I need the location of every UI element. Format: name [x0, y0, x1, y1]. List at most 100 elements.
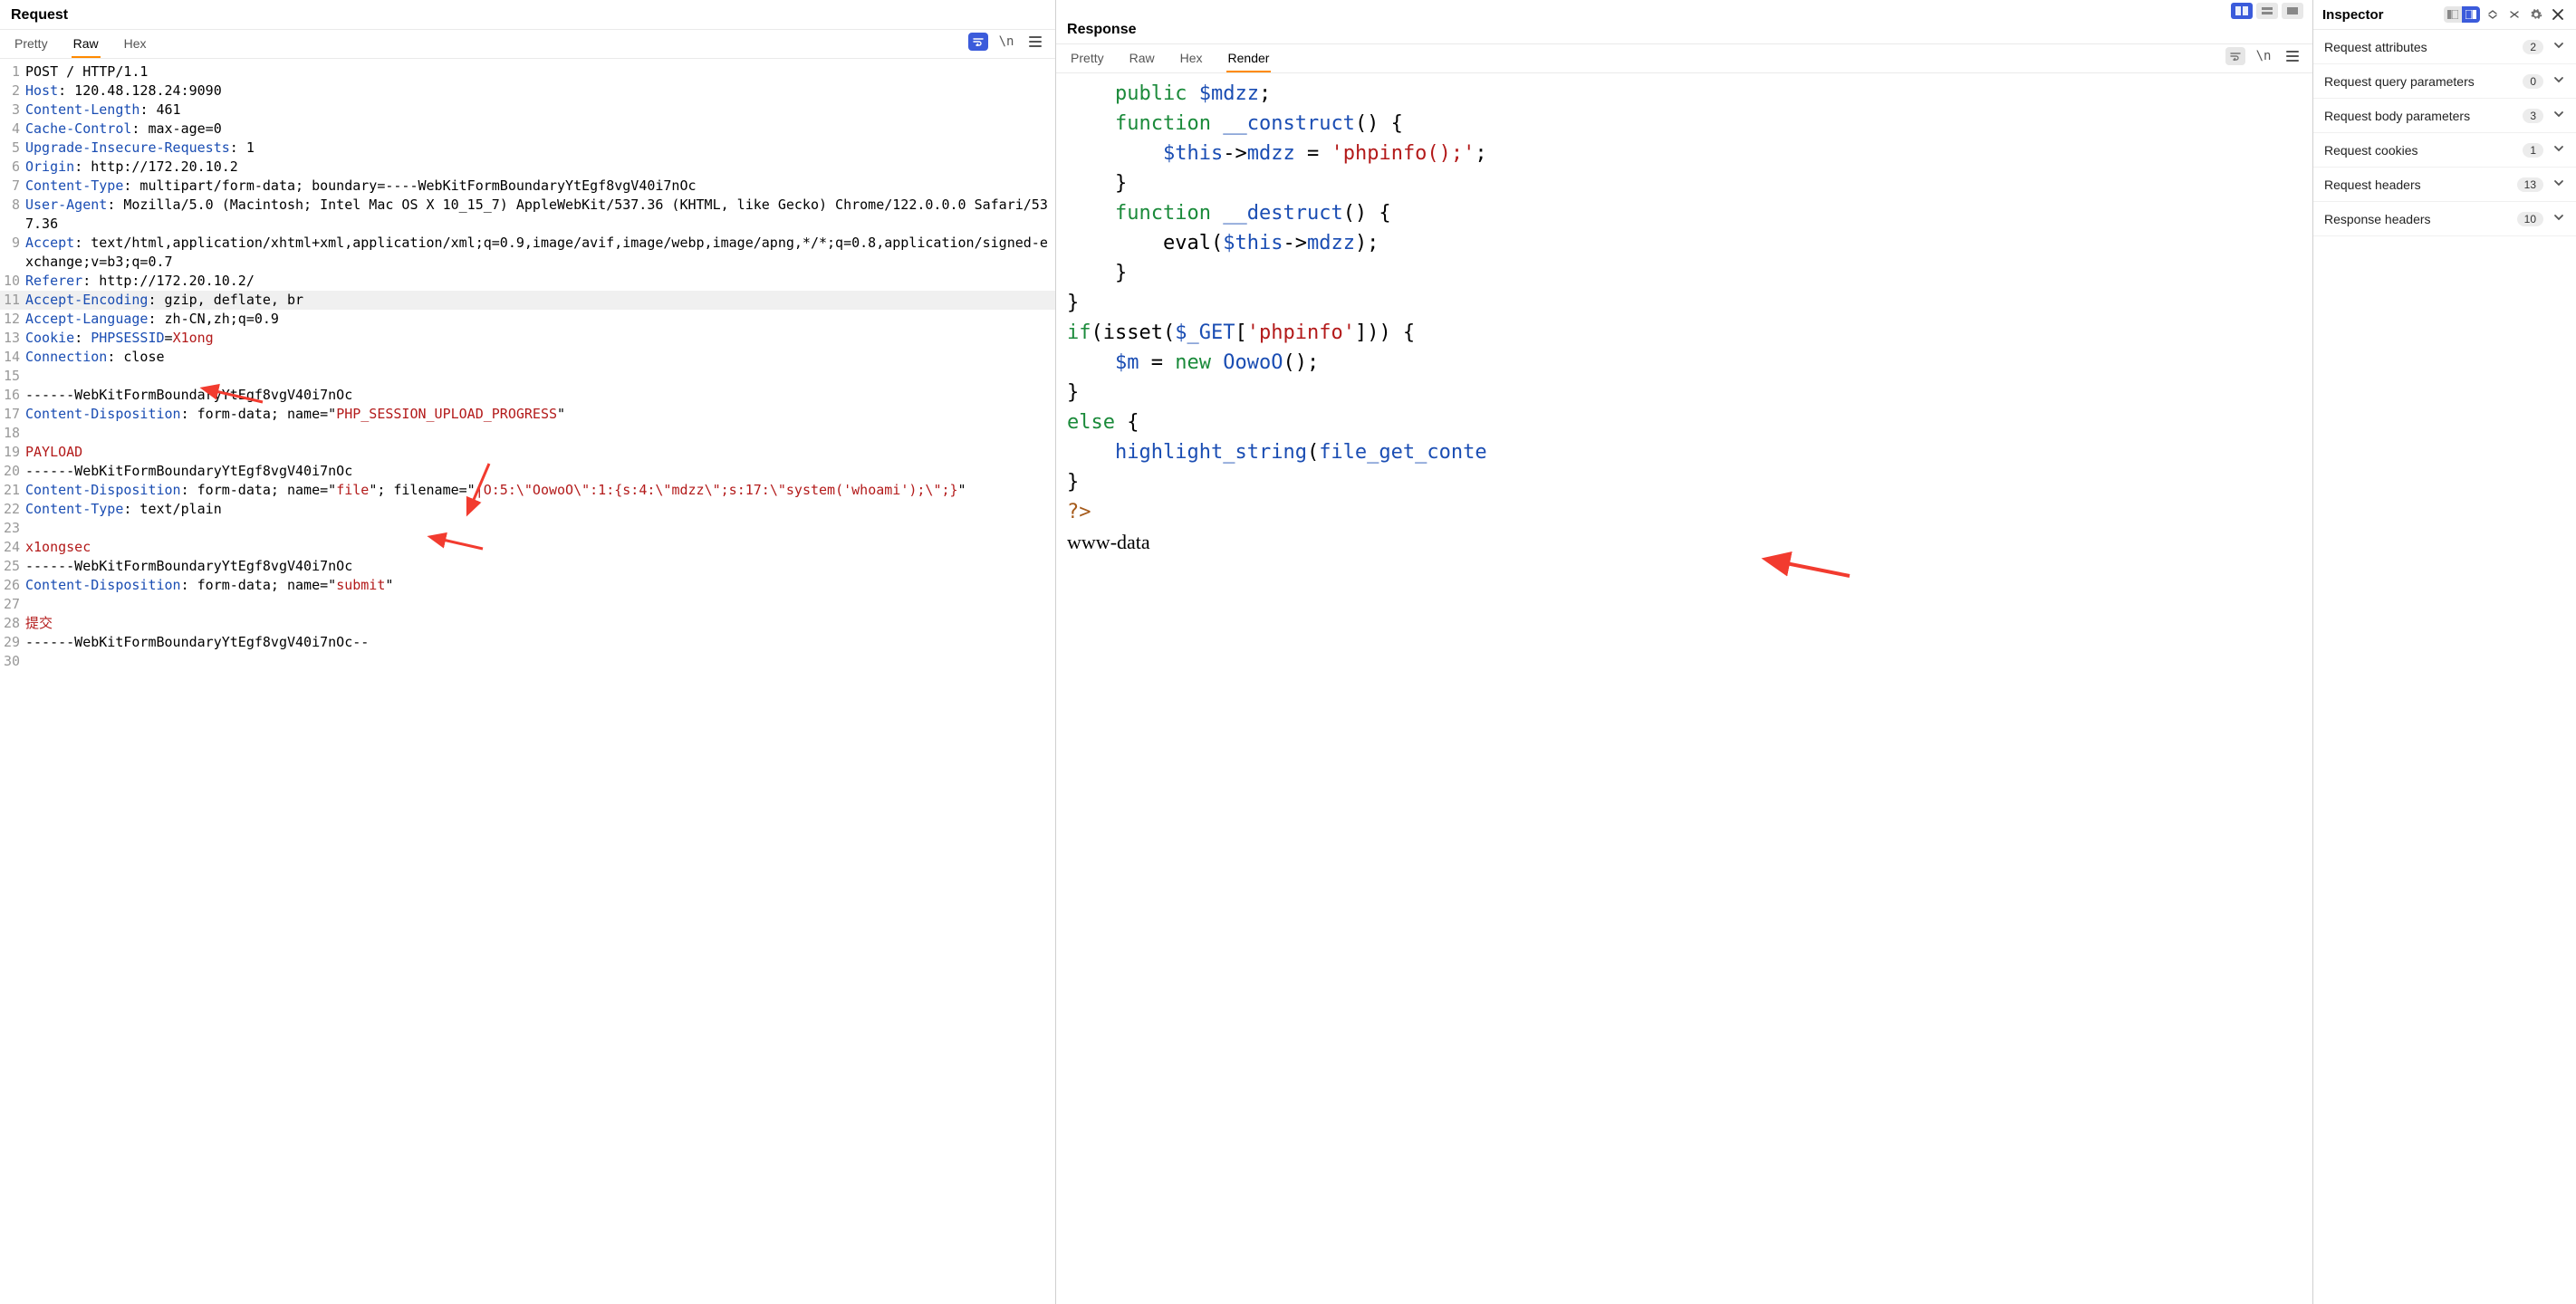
request-tab-hex[interactable]: Hex — [122, 31, 149, 58]
code-line: 11Accept-Encoding: gzip, deflate, br — [0, 291, 1055, 310]
code-line: 16------WebKitFormBoundaryYtEgf8vgV40i7n… — [0, 386, 1055, 405]
inspector-layout-toggle[interactable] — [2444, 6, 2480, 23]
inspector-row[interactable]: Request body parameters 3 — [2313, 99, 2576, 133]
chevron-down-icon — [2552, 73, 2565, 89]
response-tab-render[interactable]: Render — [1226, 45, 1272, 72]
layout-single-icon[interactable] — [2282, 3, 2303, 19]
count-badge: 0 — [2523, 74, 2543, 89]
render-code-line: $m = new OowoO(); — [1067, 348, 2303, 378]
inspector-row[interactable]: Request attributes 2 — [2313, 30, 2576, 64]
inspector-row-label: Request query parameters — [2324, 74, 2475, 89]
request-tabs: Pretty Raw Hex \n — [0, 30, 1055, 59]
code-line: 5Upgrade-Insecure-Requests: 1 — [0, 139, 1055, 158]
response-header: Response — [1056, 20, 2312, 44]
render-code-line: } — [1067, 378, 2303, 408]
annotation-arrow-3 — [439, 536, 485, 554]
code-line: 18 — [0, 424, 1055, 443]
inspector-tools — [2444, 5, 2567, 24]
response-menu-icon[interactable] — [2282, 46, 2303, 66]
code-line: 10Referer: http://172.20.10.2/ — [0, 272, 1055, 291]
chevron-down-icon — [2552, 39, 2565, 54]
render-code-line: function __destruct() { — [1067, 198, 2303, 228]
code-line: 17Content-Disposition: form-data; name="… — [0, 405, 1055, 424]
response-tab-raw[interactable]: Raw — [1128, 45, 1157, 72]
code-line: 4Cache-Control: max-age=0 — [0, 120, 1055, 139]
layout-stack-icon[interactable] — [2256, 3, 2278, 19]
code-line: 20------WebKitFormBoundaryYtEgf8vgV40i7n… — [0, 462, 1055, 481]
code-line: 2Host: 120.48.128.24:9090 — [0, 82, 1055, 101]
request-tab-pretty[interactable]: Pretty — [13, 31, 50, 58]
render-code-line: } — [1067, 168, 2303, 198]
count-badge: 2 — [2523, 40, 2543, 54]
code-line: 7Content-Type: multipart/form-data; boun… — [0, 177, 1055, 196]
render-code-line: function __construct() { — [1067, 109, 2303, 139]
toggle-wrap-icon[interactable] — [2225, 47, 2245, 65]
code-line: 14Connection: close — [0, 348, 1055, 367]
code-line: 30 — [0, 652, 1055, 671]
response-tab-hex[interactable]: Hex — [1178, 45, 1205, 72]
code-line: 15 — [0, 367, 1055, 386]
code-line: 8User-Agent: Mozilla/5.0 (Macintosh; Int… — [0, 196, 1055, 234]
request-header: Request — [0, 0, 1055, 30]
response-tab-tools: \n — [2225, 46, 2303, 66]
inspector-row-label: Request body parameters — [2324, 109, 2470, 123]
request-menu-icon[interactable] — [1024, 32, 1046, 52]
inspector-rows: Request attributes 2 Request query paramet… — [2313, 30, 2576, 236]
render-code-line: if(isset($_GET['phpinfo'])) { — [1067, 318, 2303, 348]
inspector-row[interactable]: Request cookies 1 — [2313, 133, 2576, 168]
inspector-layout-left-icon[interactable] — [2444, 6, 2462, 23]
code-line: 23 — [0, 519, 1055, 538]
expand-all-icon[interactable] — [2484, 5, 2502, 24]
request-code-area[interactable]: 1POST / HTTP/1.12Host: 120.48.128.24:909… — [0, 59, 1055, 1304]
inspector-row[interactable]: Response headers 10 — [2313, 202, 2576, 236]
render-code-line: } — [1067, 258, 2303, 288]
newline-toggle[interactable]: \n — [2253, 46, 2274, 66]
inspector-row[interactable]: Request query parameters 0 — [2313, 64, 2576, 99]
count-badge: 10 — [2517, 212, 2543, 226]
annotation-arrow-1 — [210, 388, 264, 406]
inspector-row-label: Request attributes — [2324, 40, 2427, 54]
annotation-arrow-4 — [1781, 558, 1853, 583]
request-title: Request — [11, 7, 68, 24]
inspector-row[interactable]: Request headers13 — [2313, 168, 2576, 202]
response-tabs: Pretty Raw Hex Render \n — [1056, 44, 2312, 73]
layout-split-icon[interactable] — [2231, 3, 2253, 19]
newline-toggle[interactable]: \n — [995, 32, 1017, 52]
app-root: Request Pretty Raw Hex \n 1POST / HTTP/1… — [0, 0, 2576, 1304]
response-tab-pretty[interactable]: Pretty — [1069, 45, 1106, 72]
close-icon[interactable] — [2549, 5, 2567, 24]
code-line: 24x1ongsec — [0, 538, 1055, 557]
layout-toolbar — [1056, 0, 2312, 20]
count-badge: 3 — [2523, 109, 2543, 123]
response-render-area[interactable]: public $mdzz; function __construct() { $… — [1056, 73, 2312, 1304]
code-line: 3Content-Length: 461 — [0, 101, 1055, 120]
code-line: 27 — [0, 595, 1055, 614]
chevron-down-icon — [2552, 108, 2565, 123]
render-code-line: $this->mdzz = 'phpinfo();'; — [1067, 139, 2303, 168]
inspector-header: Inspector — [2313, 0, 2576, 30]
count-badge: 13 — [2517, 177, 2543, 192]
inspector-layout-right-icon[interactable] — [2462, 6, 2480, 23]
count-badge: 1 — [2523, 143, 2543, 158]
inspector-row-label: Request cookies — [2324, 143, 2418, 158]
collapse-all-icon[interactable] — [2505, 5, 2523, 24]
render-code-line: ?> — [1067, 497, 2303, 527]
code-line: 26Content-Disposition: form-data; name="… — [0, 576, 1055, 595]
code-line: 25------WebKitFormBoundaryYtEgf8vgV40i7n… — [0, 557, 1055, 576]
gear-icon[interactable] — [2527, 5, 2545, 24]
render-result-text: www-data — [1067, 527, 2303, 557]
chevron-down-icon — [2552, 211, 2565, 226]
code-line: 9Accept: text/html,application/xhtml+xml… — [0, 234, 1055, 272]
inspector-row-label: Response headers — [2324, 212, 2431, 226]
render-code-line: else { — [1067, 408, 2303, 437]
code-line: 29------WebKitFormBoundaryYtEgf8vgV40i7n… — [0, 633, 1055, 652]
code-line: 22Content-Type: text/plain — [0, 500, 1055, 519]
toggle-wrap-icon[interactable] — [968, 33, 988, 51]
request-panel: Request Pretty Raw Hex \n 1POST / HTTP/1… — [0, 0, 1056, 1304]
code-line: 21Content-Disposition: form-data; name="… — [0, 481, 1055, 500]
request-tab-raw[interactable]: Raw — [72, 31, 101, 58]
chevron-down-icon — [2552, 142, 2565, 158]
code-line: 1POST / HTTP/1.1 — [0, 62, 1055, 82]
render-code-line: eval($this->mdzz); — [1067, 228, 2303, 258]
inspector-panel: Inspector — [2313, 0, 2576, 1304]
